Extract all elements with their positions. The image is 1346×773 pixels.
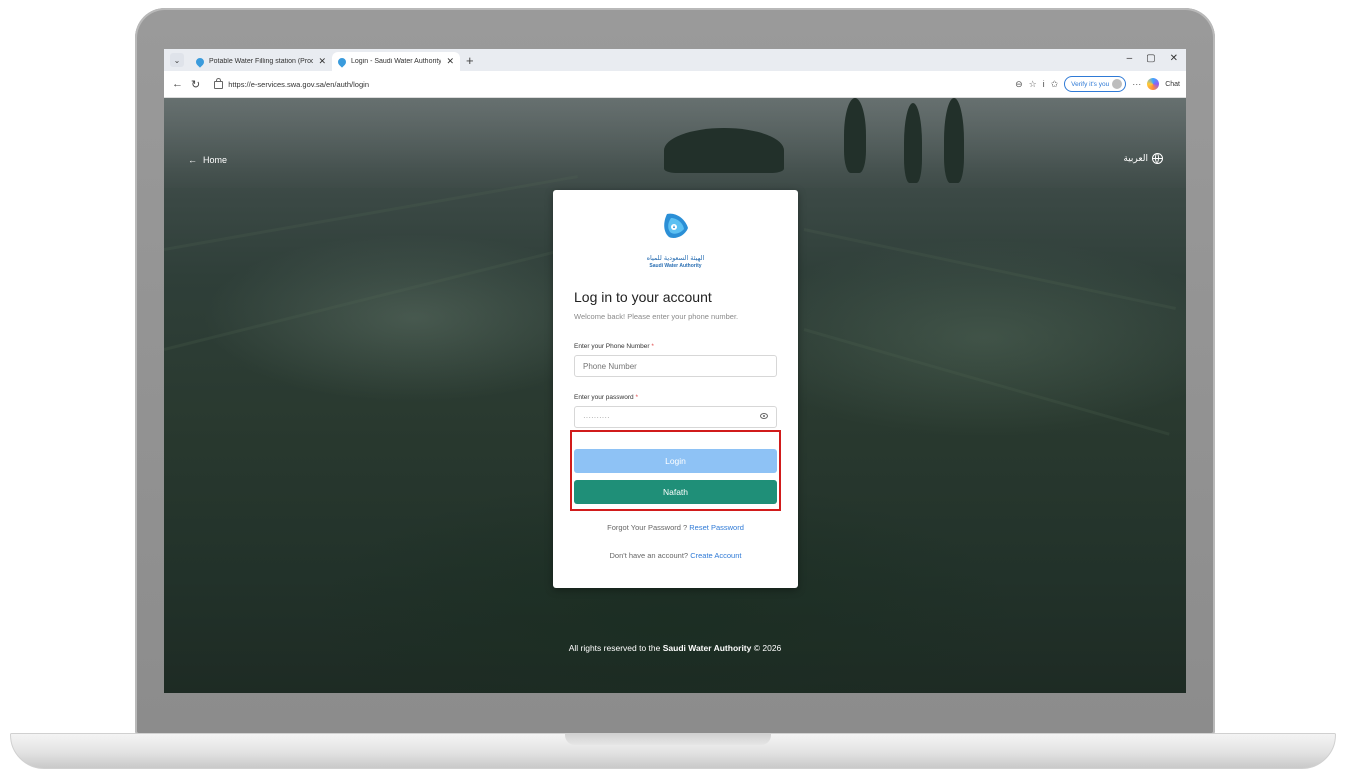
close-window-icon[interactable]: ✕ [1170,53,1178,64]
lock-icon[interactable] [214,78,224,89]
maximize-icon[interactable]: ▢ [1146,53,1155,64]
background-tree-line [664,128,784,173]
create-account-link[interactable]: Create Account [690,551,741,560]
login-button[interactable]: Login [574,449,777,473]
required-asterisk: * [651,343,654,350]
globe-icon [1152,153,1163,164]
field-row [803,228,1177,310]
reset-password-link[interactable]: Reset Password [689,523,744,532]
page-title: Log in to your account [574,289,712,305]
copilot-chat-icon[interactable] [1147,78,1160,90]
logo-english-text: Saudi Water Authority [649,263,702,269]
browser-tab-strip: ⌄ Potable Water Filling station (Proc ✕ … [164,49,1186,71]
tab-list-chevron-icon[interactable]: ⌄ [170,53,184,67]
tab-potable-water[interactable]: Potable Water Filling station (Proc ✕ [190,52,332,71]
password-masked-value: ·········· [583,412,610,422]
footer-prefix: All rights reserved to the [568,643,661,653]
footer-copyright: © 2026 [753,643,782,653]
page-subtitle: Welcome back! Please enter your phone nu… [574,312,739,321]
forgot-password-text: Forgot Your Password ? [607,523,688,532]
login-page: ← Home العربية الهيئة السعودية للمياه Sa… [164,98,1186,693]
nafath-button[interactable]: Nafath [574,480,777,504]
phone-number-input[interactable] [574,355,777,377]
zoom-out-icon[interactable]: ⊖ [1015,79,1023,90]
close-tab-icon[interactable]: ✕ [318,56,326,67]
read-aloud-icon[interactable]: Ꭵ [1043,79,1045,90]
background-tree [944,98,964,183]
laptop-screen: ⌄ Potable Water Filling station (Proc ✕ … [164,49,1186,693]
back-arrow-icon: ← [188,155,197,165]
window-controls: – ▢ ✕ [1127,53,1178,64]
signup-row: Don't have an account? Create Account [553,551,798,560]
required-asterisk: * [635,394,638,401]
field-row [803,328,1170,436]
tab-title: Potable Water Filling station (Proc [209,58,314,65]
background-tree [904,103,922,183]
home-label: Home [203,155,228,165]
password-label-text: Enter your password [574,394,634,401]
back-arrow-icon[interactable]: ← [172,78,183,90]
reload-icon[interactable]: ↻ [191,78,200,91]
phone-label: Enter your Phone Number * [574,343,654,350]
tab-title: Login - Saudi Water Authority [351,58,442,65]
tab-login[interactable]: Login - Saudi Water Authority ✕ [332,52,460,71]
logo-arabic-text: الهيئة السعودية للمياه [646,254,705,262]
favorites-list-icon[interactable]: ✩ [1051,79,1059,90]
browser-address-bar: ← ↻ https://e-services.swa.gov.sa/en/aut… [164,71,1186,98]
swa-favicon-icon [194,55,206,68]
page-footer: All rights reserved to the Saudi Water A… [164,643,1186,653]
footer-org: Saudi Water Authority [662,643,752,653]
phone-label-text: Enter your Phone Number [574,343,650,350]
favorite-star-icon[interactable]: ☆ [1029,79,1037,90]
no-account-text: Don't have an account? [609,551,689,560]
swa-favicon-icon [336,55,348,68]
close-tab-icon[interactable]: ✕ [446,56,454,67]
login-card: الهيئة السعودية للمياه Saudi Water Autho… [553,190,798,588]
swa-logo-icon [664,213,688,238]
profile-avatar-icon [1112,79,1123,89]
language-label: العربية [1123,153,1148,163]
verify-profile-button[interactable]: Verify it's you [1064,76,1127,92]
minimize-icon[interactable]: – [1127,53,1133,64]
url-text: https://e-services.swa.gov.sa/en/auth/lo… [228,79,369,89]
field-row [164,246,572,351]
background-tree [844,98,866,173]
new-tab-button[interactable]: + [466,53,474,68]
show-password-eye-icon[interactable] [760,413,768,419]
url-field[interactable]: https://e-services.swa.gov.sa/en/auth/lo… [210,76,1014,93]
forgot-password-row: Forgot Your Password ? Reset Password [553,523,798,532]
password-label: Enter your password * [574,394,638,401]
more-options-icon[interactable]: ··· [1132,79,1141,89]
chat-label[interactable]: Chat [1165,81,1180,88]
laptop-notch [565,733,771,745]
browser-toolbar-right: ⊖ ☆ Ꭵ ✩ Verify it's you ··· Chat [1015,76,1180,92]
home-link[interactable]: ← Home [188,155,227,165]
password-input[interactable]: ·········· [574,406,777,428]
language-switch[interactable]: العربية [1123,153,1163,164]
verify-label: Verify it's you [1071,80,1110,88]
